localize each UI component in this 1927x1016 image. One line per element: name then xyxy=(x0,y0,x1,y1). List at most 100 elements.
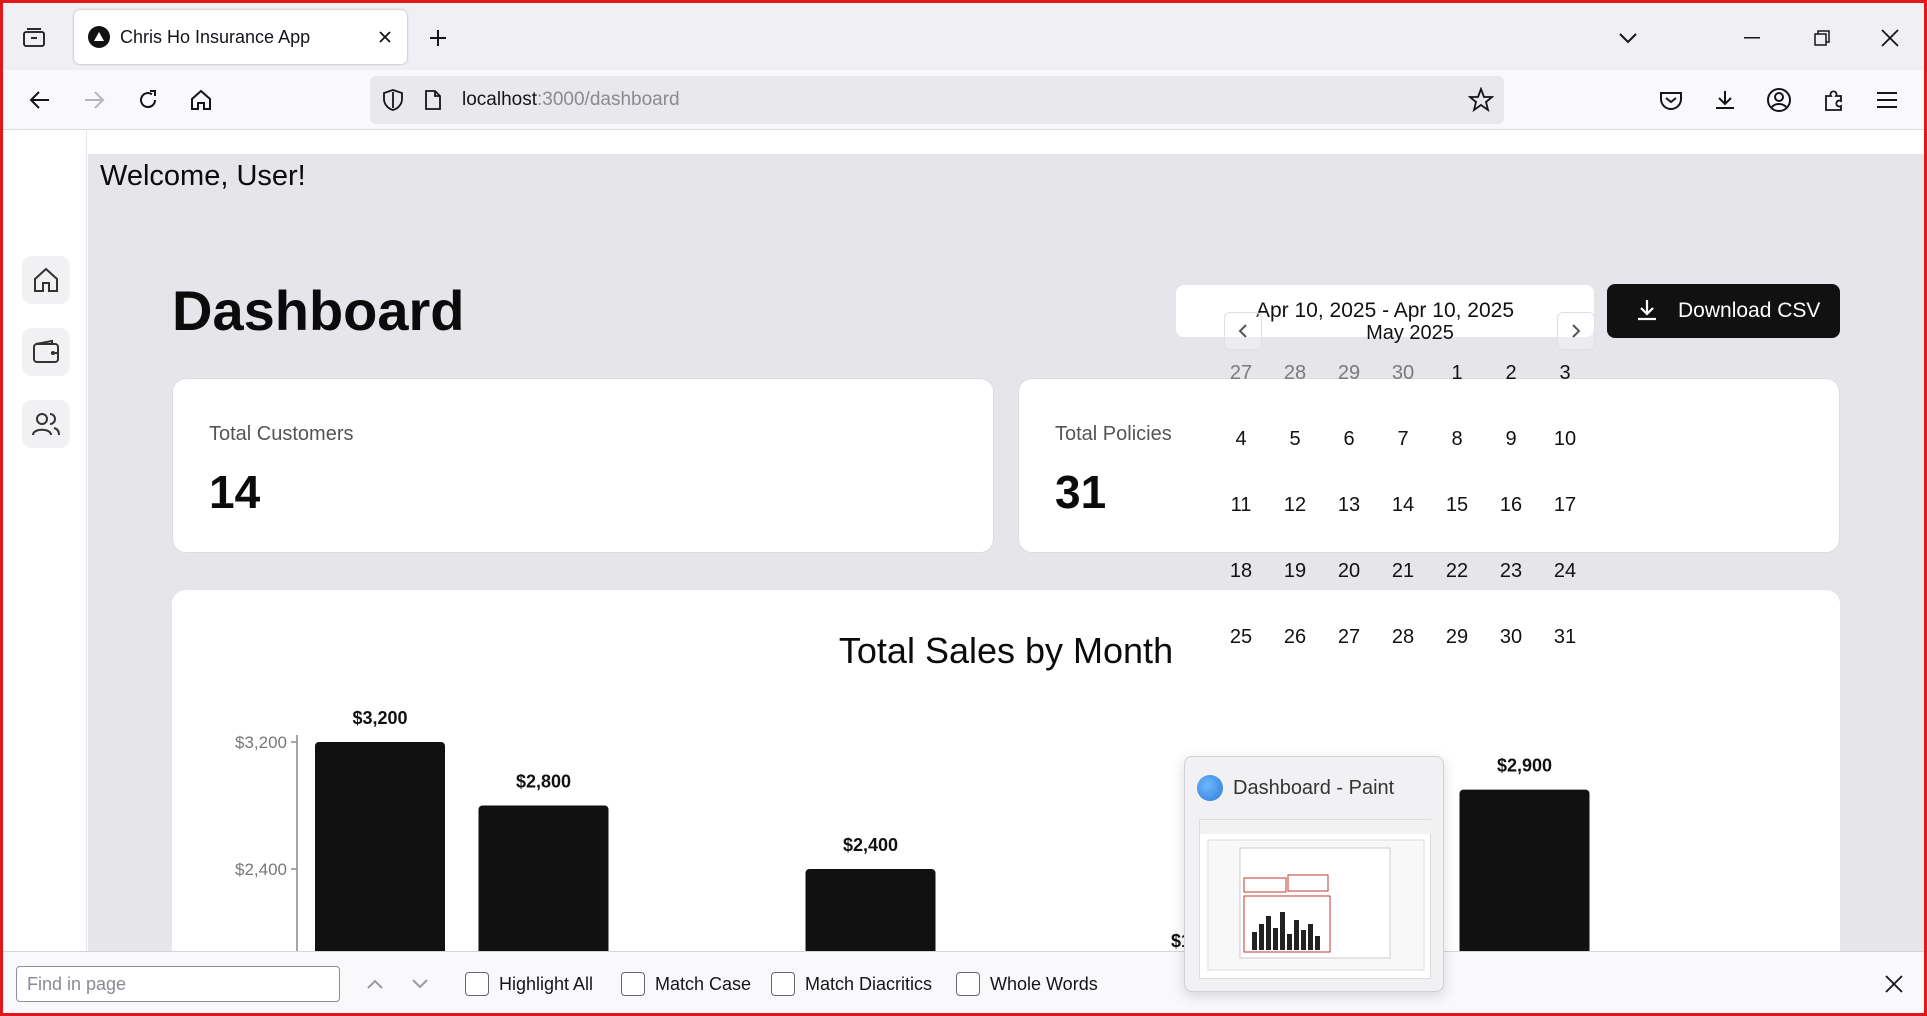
favicon-icon xyxy=(88,26,110,48)
new-tab-button[interactable] xyxy=(420,20,456,56)
checkbox-label: Whole Words xyxy=(990,973,1098,994)
match-case-checkbox[interactable]: Match Case xyxy=(621,972,751,996)
sidebar-item-policies[interactable] xyxy=(22,328,70,376)
y-tick-label: $3,200 xyxy=(235,733,287,752)
calendar-day[interactable]: 13 xyxy=(1324,494,1374,517)
tab-close-icon[interactable] xyxy=(373,25,397,49)
paint-icon xyxy=(1197,775,1223,801)
chart-bar[interactable] xyxy=(315,742,445,952)
bookmark-star-icon[interactable] xyxy=(1468,87,1494,113)
calendar-day[interactable]: 12 xyxy=(1270,494,1320,517)
find-input[interactable] xyxy=(16,966,340,1002)
calendar-day[interactable]: 11 xyxy=(1216,494,1266,517)
minimize-button[interactable] xyxy=(1734,20,1770,56)
calendar-day[interactable]: 20 xyxy=(1324,560,1374,583)
calendar-day[interactable]: 15 xyxy=(1432,494,1482,517)
calendar-day[interactable]: 4 xyxy=(1216,428,1266,451)
chart-bar[interactable] xyxy=(805,869,936,952)
checkbox-label: Highlight All xyxy=(499,973,594,994)
active-tab[interactable]: Chris Ho Insurance App xyxy=(74,10,407,64)
calendar-day[interactable]: 26 xyxy=(1270,626,1320,649)
chart-bar[interactable] xyxy=(478,805,609,953)
account-button[interactable] xyxy=(1761,82,1797,118)
calendar-day[interactable]: 30 xyxy=(1378,362,1428,385)
find-next-button[interactable] xyxy=(405,969,435,999)
calendar-day[interactable]: 24 xyxy=(1540,560,1590,583)
checkbox-box[interactable] xyxy=(771,972,795,996)
calendar-day[interactable]: 19 xyxy=(1270,560,1320,583)
tab-list-button[interactable] xyxy=(14,19,54,55)
minimize-icon xyxy=(1744,37,1760,39)
url-text[interactable]: localhost:3000/dashboard xyxy=(462,89,680,111)
address-bar[interactable]: localhost:3000/dashboard xyxy=(370,76,1504,124)
calendar-day[interactable]: 10 xyxy=(1540,428,1590,451)
window-close-button[interactable] xyxy=(1872,20,1908,56)
browser-tab-bar: Chris Ho Insurance App xyxy=(0,0,1927,70)
find-previous-button[interactable] xyxy=(360,969,390,999)
calendar-day[interactable]: 1 xyxy=(1432,362,1482,385)
chart-bar[interactable] xyxy=(1459,789,1590,952)
calendar-month-label: May 2025 xyxy=(1366,322,1454,344)
app-sidebar xyxy=(3,131,87,951)
calendar-day[interactable]: 14 xyxy=(1378,494,1428,517)
plus-icon xyxy=(430,30,446,46)
calendar-day[interactable]: 7 xyxy=(1378,428,1428,451)
sidebar-item-customers[interactable] xyxy=(22,400,70,448)
page-info-icon[interactable] xyxy=(424,89,442,111)
chevron-down-icon xyxy=(1619,33,1637,44)
calendar-day[interactable]: 8 xyxy=(1432,428,1482,451)
calendar-day[interactable]: 3 xyxy=(1540,362,1590,385)
calendar-day[interactable]: 29 xyxy=(1432,626,1482,649)
calendar-day[interactable]: 30 xyxy=(1486,626,1536,649)
restore-button[interactable] xyxy=(1804,20,1840,56)
chevron-up-icon xyxy=(367,979,383,989)
highlight-all-checkbox[interactable]: Highlight All xyxy=(465,972,593,996)
calendar-day[interactable]: 17 xyxy=(1540,494,1590,517)
shield-icon[interactable] xyxy=(382,88,404,112)
hamburger-menu-icon xyxy=(1877,92,1897,108)
downloads-button[interactable] xyxy=(1707,82,1743,118)
calendar-day[interactable]: 6 xyxy=(1324,428,1374,451)
checkbox-box[interactable] xyxy=(465,972,489,996)
calendar-day[interactable]: 22 xyxy=(1432,560,1482,583)
calendar-day[interactable]: 5 xyxy=(1270,428,1320,451)
calendar-day[interactable]: 27 xyxy=(1216,362,1266,385)
calendar-day[interactable]: 28 xyxy=(1270,362,1320,385)
home-button[interactable] xyxy=(183,82,219,118)
pocket-button[interactable] xyxy=(1653,82,1689,118)
checkbox-box[interactable] xyxy=(621,972,645,996)
forward-button[interactable] xyxy=(76,82,112,118)
download-csv-button[interactable]: Download CSV xyxy=(1607,284,1840,338)
calendar-day[interactable]: 2 xyxy=(1486,362,1536,385)
find-bar-close-button[interactable] xyxy=(1878,968,1910,1000)
app-header xyxy=(88,131,1924,155)
match-diacritics-checkbox[interactable]: Match Diacritics xyxy=(771,972,932,996)
checkbox-box[interactable] xyxy=(956,972,980,996)
whole-words-checkbox[interactable]: Whole Words xyxy=(956,972,1098,996)
taskbar-preview[interactable]: Dashboard - Paint xyxy=(1184,756,1444,992)
calendar-day[interactable]: 25 xyxy=(1216,626,1266,649)
calendar-day[interactable]: 28 xyxy=(1378,626,1428,649)
calendar-next-button[interactable] xyxy=(1557,312,1595,350)
calendar-day[interactable]: 21 xyxy=(1378,560,1428,583)
stat-label: Total Policies xyxy=(1055,423,1172,445)
app-menu-button[interactable] xyxy=(1869,82,1905,118)
calendar-day[interactable]: 31 xyxy=(1540,626,1590,649)
calendar-day[interactable]: 23 xyxy=(1486,560,1536,583)
reload-button[interactable] xyxy=(130,82,166,118)
back-button[interactable] xyxy=(22,82,58,118)
preview-image xyxy=(1199,819,1432,979)
sidebar-item-home[interactable] xyxy=(22,256,70,304)
chevron-down-icon xyxy=(412,979,428,989)
calendar-day[interactable]: 27 xyxy=(1324,626,1374,649)
list-all-tabs-button[interactable] xyxy=(1610,20,1646,56)
url-host: localhost xyxy=(462,89,537,110)
tab-archive-icon xyxy=(23,28,45,47)
find-bar: Highlight All Match Case Match Diacritic… xyxy=(0,951,1927,1016)
calendar-day[interactable]: 18 xyxy=(1216,560,1266,583)
close-icon xyxy=(1881,29,1899,47)
calendar-day[interactable]: 16 xyxy=(1486,494,1536,517)
calendar-day[interactable]: 9 xyxy=(1486,428,1536,451)
calendar-day[interactable]: 29 xyxy=(1324,362,1374,385)
extensions-button[interactable] xyxy=(1816,82,1852,118)
